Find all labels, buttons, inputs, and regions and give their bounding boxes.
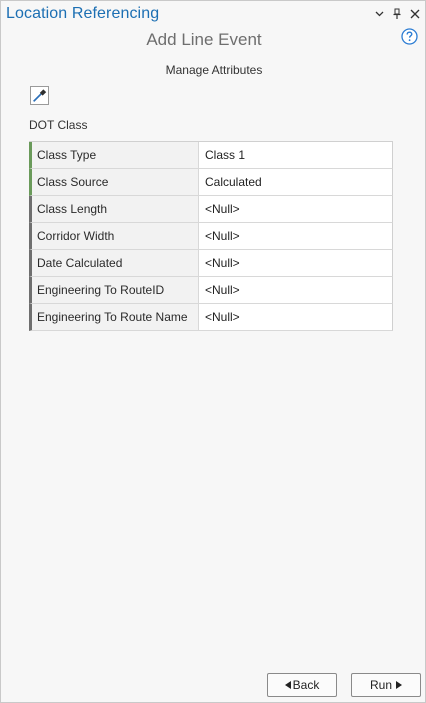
back-button-label: Back: [292, 678, 320, 692]
attribute-table: Class Type Class 1 Class Source Calculat…: [29, 141, 393, 331]
arrow-left-icon: [284, 681, 291, 689]
table-row: Engineering To RouteID <Null>: [29, 277, 393, 304]
close-icon[interactable]: [407, 6, 423, 22]
attribute-name: Engineering To Route Name: [32, 304, 199, 330]
chevron-down-icon[interactable]: [371, 6, 387, 22]
help-icon[interactable]: [401, 28, 418, 45]
run-button-label: Run: [369, 678, 392, 692]
table-row: Corridor Width <Null>: [29, 223, 393, 250]
attribute-value[interactable]: <Null>: [199, 277, 392, 303]
attribute-value[interactable]: Calculated: [199, 169, 392, 195]
attribute-name: Corridor Width: [32, 223, 199, 249]
section-title: Manage Attributes: [165, 63, 263, 77]
attribute-name: Date Calculated: [32, 250, 199, 276]
geoprocessing-pane: Location Referencing Add Line Event Mana…: [0, 0, 426, 703]
pane-title: Location Referencing: [6, 5, 160, 22]
attribute-name: Class Type: [32, 142, 199, 168]
table-row: Date Calculated <Null>: [29, 250, 393, 277]
pane-titlebar: Location Referencing: [1, 1, 425, 29]
attribute-value[interactable]: <Null>: [199, 196, 392, 222]
attribute-name: Class Length: [32, 196, 199, 222]
run-button[interactable]: Run: [351, 673, 421, 697]
eyedropper-icon[interactable]: [30, 86, 49, 105]
table-row: Class Type Class 1: [29, 142, 393, 169]
attribute-name: Class Source: [32, 169, 199, 195]
arrow-right-icon: [396, 681, 402, 689]
attribute-value[interactable]: <Null>: [199, 223, 392, 249]
back-button[interactable]: Back: [267, 673, 337, 697]
table-row: Class Length <Null>: [29, 196, 393, 223]
attribute-value[interactable]: Class 1: [199, 142, 392, 168]
attribute-group-label: DOT Class: [29, 118, 88, 132]
tool-title: Add Line Event: [146, 30, 262, 49]
attribute-value[interactable]: <Null>: [199, 304, 392, 330]
pin-icon[interactable]: [389, 6, 405, 22]
table-row: Engineering To Route Name <Null>: [29, 304, 393, 331]
attribute-value[interactable]: <Null>: [199, 250, 392, 276]
attribute-name: Engineering To RouteID: [32, 277, 199, 303]
table-row: Class Source Calculated: [29, 169, 393, 196]
